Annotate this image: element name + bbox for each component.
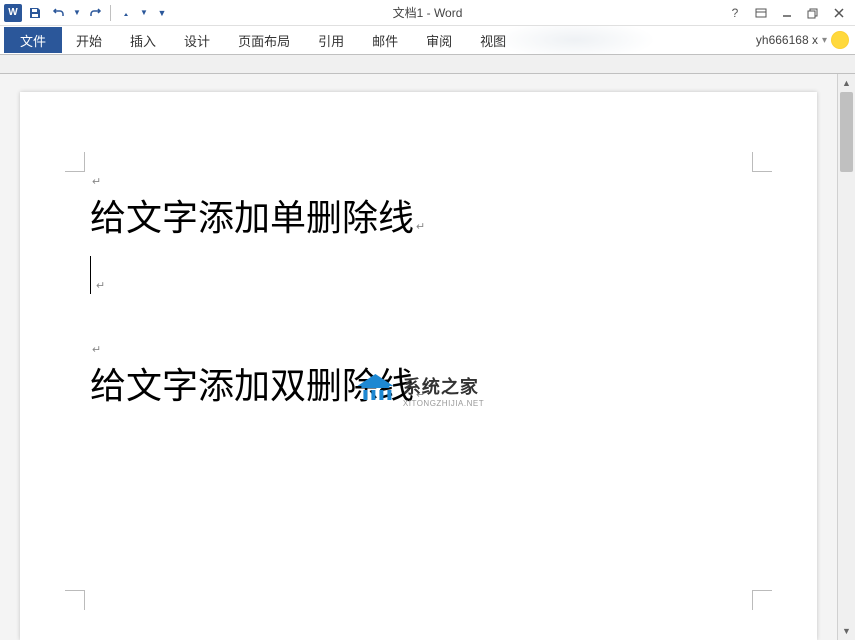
tab-layout[interactable]: 页面布局: [224, 27, 304, 53]
ruler[interactable]: [0, 54, 855, 74]
paragraph-mark: ↵: [416, 219, 425, 237]
ribbon-decoration: [495, 26, 655, 54]
margin-mark-tl: [65, 152, 85, 172]
restore-icon: [807, 7, 819, 19]
margin-mark-tr: [752, 152, 772, 172]
tab-insert[interactable]: 插入: [116, 27, 170, 53]
tab-file[interactable]: 文件: [4, 27, 62, 53]
minimize-button[interactable]: [775, 3, 799, 23]
window-controls: ?: [723, 3, 851, 23]
redo-button[interactable]: [84, 2, 106, 24]
tab-references[interactable]: 引用: [304, 27, 358, 53]
save-button[interactable]: [24, 2, 46, 24]
restore-button[interactable]: [801, 3, 825, 23]
tab-review[interactable]: 审阅: [412, 27, 466, 53]
touch-dropdown[interactable]: ▼: [139, 2, 149, 24]
qat-separator: [110, 5, 111, 21]
minimize-icon: [781, 7, 793, 19]
undo-button[interactable]: [48, 2, 70, 24]
page[interactable]: ↵ 给文字添加单删除线↵ ↵ 系统之家 XITONGZHIJIA.NET ↵: [20, 92, 817, 640]
close-button[interactable]: [827, 3, 851, 23]
ribbon-tabs: 文件 开始 插入 设计 页面布局 引用 邮件 审阅 视图 yh666168 x …: [0, 26, 855, 54]
undo-dropdown[interactable]: ▼: [72, 2, 82, 24]
user-dropdown-icon[interactable]: ▾: [822, 35, 827, 46]
paragraph-mark: ↵: [92, 175, 101, 188]
vertical-scrollbar[interactable]: ▲ ▼: [837, 74, 855, 640]
paragraph-mark: ↵: [92, 343, 101, 356]
ribbon-display-icon: [755, 7, 767, 19]
scroll-up-button[interactable]: ▲: [838, 74, 855, 92]
window-title: 文档1 - Word: [393, 4, 463, 21]
save-icon: [28, 6, 42, 20]
help-button[interactable]: ?: [723, 3, 747, 23]
margin-mark-bl: [65, 590, 85, 610]
watermark-logo-icon: [353, 372, 397, 408]
touch-mode-button[interactable]: [115, 2, 137, 24]
scroll-track[interactable]: [838, 92, 855, 622]
qat-customize-button[interactable]: ▼: [151, 2, 173, 24]
close-icon: [833, 7, 845, 19]
document-line-1[interactable]: 给文字添加单删除线↵: [90, 190, 747, 248]
watermark-text: 系统之家 XITONGZHIJIA.NET: [403, 373, 484, 408]
redo-icon: [88, 6, 102, 20]
user-area: yh666168 x ▾: [756, 31, 849, 49]
scroll-thumb[interactable]: [840, 92, 853, 172]
title-bar: W ▼ ▼ ▼ 文档1 - Word ?: [0, 0, 855, 26]
document-container: ↵ 给文字添加单删除线↵ ↵ 系统之家 XITONGZHIJIA.NET ↵: [0, 74, 855, 640]
user-name[interactable]: yh666168 x: [756, 33, 818, 47]
watermark-cn: 系统之家: [403, 373, 484, 399]
text-cursor: [90, 256, 91, 294]
undo-icon: [52, 6, 66, 20]
word-app-icon[interactable]: W: [4, 4, 22, 22]
watermark: 系统之家 XITONGZHIJIA.NET: [353, 372, 484, 408]
quick-access-toolbar: W ▼ ▼ ▼: [0, 2, 173, 24]
ribbon-display-button[interactable]: [749, 3, 773, 23]
empty-line[interactable]: ↵: [90, 256, 747, 292]
tab-design[interactable]: 设计: [170, 27, 224, 53]
tab-mailings[interactable]: 邮件: [358, 27, 412, 53]
emoji-icon[interactable]: [831, 31, 849, 49]
margin-mark-br: [752, 590, 772, 610]
touch-icon: [119, 6, 133, 20]
document-area[interactable]: ↵ 给文字添加单删除线↵ ↵ 系统之家 XITONGZHIJIA.NET ↵: [0, 74, 837, 640]
paragraph-mark: ↵: [96, 279, 105, 292]
scroll-down-button[interactable]: ▼: [838, 622, 855, 640]
watermark-en: XITONGZHIJIA.NET: [403, 399, 484, 408]
tab-home[interactable]: 开始: [62, 27, 116, 53]
